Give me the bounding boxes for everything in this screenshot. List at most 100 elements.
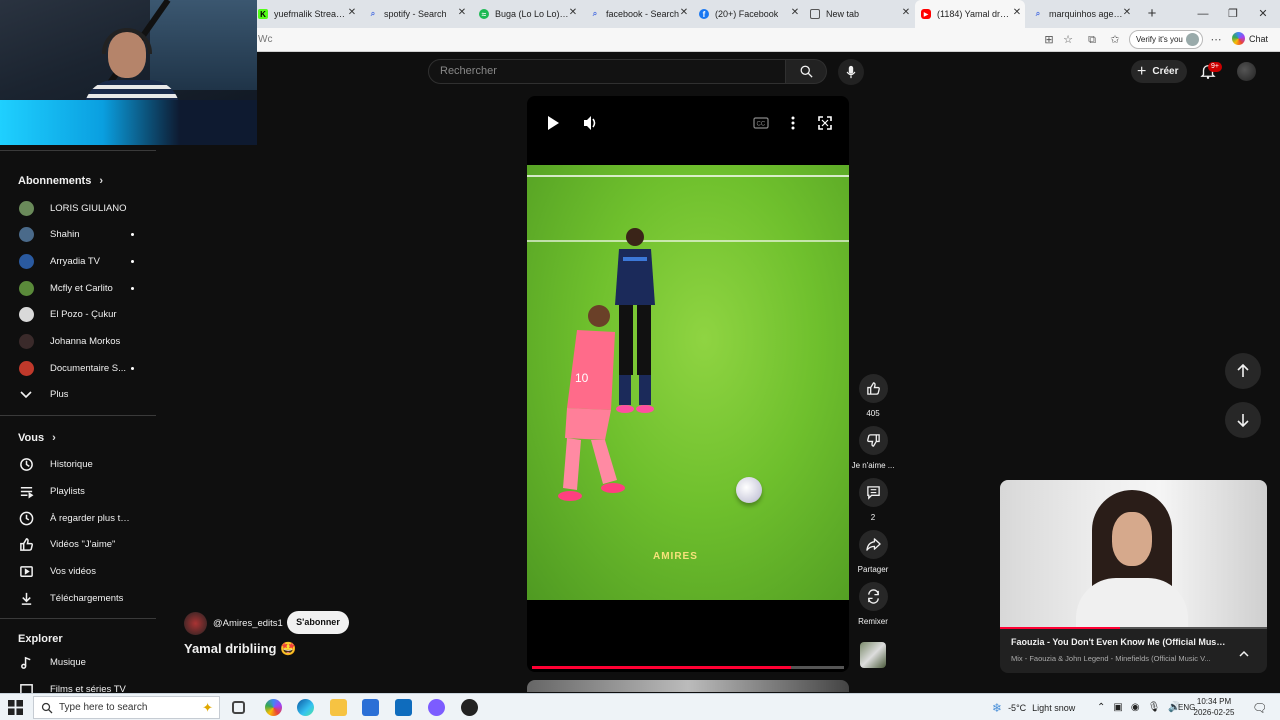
extensions-icon[interactable]: ⧉ — [1084, 32, 1100, 48]
sidebar-subscription-item[interactable]: Shahin — [18, 224, 158, 244]
dislike-action[interactable]: Je n'aime ... — [852, 426, 894, 470]
miniplayer-progress-bar[interactable] — [1000, 627, 1267, 629]
fullscreen-button[interactable] — [815, 113, 835, 133]
sidebar-subscription-item[interactable]: LORIS GIULIANO — [18, 198, 158, 218]
shorts-player[interactable]: 10 AMIRES CC — [527, 96, 849, 672]
browser-tab[interactable]: New tab ✕ — [806, 0, 914, 28]
you-header[interactable]: Vous › — [18, 432, 56, 444]
favorites-icon[interactable]: ✩ — [1107, 32, 1123, 48]
new-tab-button[interactable]: + — [1143, 5, 1161, 23]
audio-source-thumbnail[interactable] — [860, 642, 886, 668]
taskbar-search-input[interactable]: Type here to search ✦ — [33, 696, 220, 719]
sidebar-item-your-videos[interactable]: Vos vidéos — [18, 561, 158, 581]
sidebar-item-liked-videos[interactable]: Vidéos "J'aime" — [18, 534, 158, 554]
close-tab-icon[interactable]: ✕ — [346, 7, 358, 19]
weather-widget[interactable]: ❄ -5°C Light snow — [992, 694, 1075, 720]
store-icon[interactable] — [362, 699, 379, 716]
restore-icon[interactable]: ❐ — [1218, 0, 1248, 28]
sidebar-more-button[interactable]: Plus — [18, 384, 158, 404]
browser-tab[interactable]: ≈ Buga (Lo Lo Lo) - sor ✕ — [473, 0, 581, 28]
miniplayer-progress-fill — [1000, 627, 1121, 629]
minimize-icon[interactable]: — — [1188, 0, 1218, 28]
captions-button[interactable]: CC — [751, 113, 771, 133]
copilot-chat-button[interactable]: Chat — [1232, 32, 1268, 45]
tray-app-icon[interactable]: ◉ — [1131, 702, 1140, 713]
more-vert-icon — [791, 116, 795, 130]
new-content-dot — [131, 233, 134, 236]
windows-start-icon[interactable] — [8, 700, 23, 715]
outlook-icon[interactable] — [395, 699, 412, 716]
edge-browser-icon[interactable] — [297, 699, 314, 716]
comments-action[interactable]: 2 — [858, 478, 888, 522]
subscribe-button[interactable]: S'abonner — [287, 611, 349, 634]
close-tab-icon[interactable]: ✕ — [678, 7, 690, 19]
close-tab-icon[interactable]: ✕ — [900, 7, 912, 19]
remix-action[interactable]: Remixer — [858, 582, 888, 626]
sidebar-item-history[interactable]: Historique — [18, 454, 158, 474]
close-window-icon[interactable]: ✕ — [1248, 0, 1278, 28]
share-action[interactable]: Partager — [858, 530, 888, 574]
miniplayer[interactable]: Faouzia - You Don't Even Know Me (Offici… — [1000, 480, 1267, 673]
close-tab-icon[interactable]: ✕ — [1011, 7, 1023, 19]
copilot-icon[interactable] — [265, 699, 282, 716]
like-action[interactable]: 405 — [858, 374, 888, 418]
thumbs-down-icon — [866, 434, 880, 447]
voice-search-button[interactable] — [838, 59, 864, 85]
file-explorer-icon[interactable] — [330, 699, 347, 716]
search-button[interactable] — [786, 59, 827, 84]
more-menu-icon[interactable]: ⋯ — [1208, 32, 1224, 48]
sidebar-subscription-item[interactable]: Mcfly et Carlito — [18, 278, 158, 298]
sidebar-subscription-item[interactable]: Documentaire S... — [18, 358, 158, 378]
search-icon: ⌕ — [1035, 9, 1041, 18]
subscriptions-header[interactable]: Abonnements › — [18, 175, 103, 187]
play-button[interactable] — [543, 113, 563, 133]
browser-tab-active[interactable]: ▶ (1184) Yamal dribllin ✕ — [915, 0, 1025, 28]
browser-tab[interactable]: K yuefmalik Stream - Vi ✕ — [252, 0, 360, 28]
channel-avatar[interactable] — [184, 612, 207, 635]
newtab-icon — [810, 9, 820, 19]
create-button[interactable]: + Créer — [1131, 60, 1187, 83]
url-field[interactable]: Wc — [258, 34, 272, 45]
thumbs-up-icon — [866, 382, 880, 395]
sidebar-item-watch-later[interactable]: À regarder plus tard — [18, 508, 158, 528]
headphones — [102, 28, 152, 54]
sidebar-subscription-item[interactable]: El Pozo - Çukur — [18, 304, 158, 324]
sidebar-subscription-item[interactable]: Arryadia TV — [18, 251, 158, 271]
obs-icon[interactable] — [461, 699, 478, 716]
sidebar-item-downloads[interactable]: Téléchargements — [18, 588, 158, 608]
chevron-up-icon[interactable]: ⌃ — [1097, 702, 1105, 713]
task-view-icon[interactable] — [232, 701, 245, 714]
miniplayer-video[interactable] — [1000, 480, 1267, 628]
close-tab-icon[interactable]: ✕ — [1121, 7, 1133, 19]
miniplayer-expand-button[interactable] — [1236, 646, 1252, 662]
kick-icon: K — [258, 9, 268, 19]
app-install-icon[interactable]: ⊞ — [1041, 32, 1057, 48]
close-tab-icon[interactable]: ✕ — [567, 7, 579, 19]
channel-info[interactable]: @Amires_edits1 — [184, 612, 283, 635]
account-avatar[interactable] — [1237, 62, 1256, 81]
sidebar-item-playlists[interactable]: Playlists — [18, 481, 158, 501]
sidebar-item-music[interactable]: Musique — [18, 652, 158, 672]
volume-button[interactable] — [581, 113, 601, 133]
verify-profile-button[interactable]: Verify it's you — [1129, 30, 1203, 49]
bookmark-star-icon[interactable]: ☆ — [1060, 32, 1076, 48]
microphone-icon[interactable]: 🎙 — [1148, 702, 1161, 713]
browser-tab[interactable]: f (20+) Facebook ✕ — [695, 0, 803, 28]
next-short-button[interactable] — [1225, 402, 1261, 438]
close-tab-icon[interactable]: ✕ — [789, 7, 801, 19]
video-progress-bar[interactable] — [532, 666, 844, 669]
browser-tab[interactable]: ⌕ marquinhos age - Se ✕ — [1027, 0, 1135, 28]
browser-tab[interactable]: ⌕ spotify - Search ✕ — [362, 0, 470, 28]
notification-center-icon[interactable]: 🗨 — [1252, 694, 1267, 720]
tray-app-icon[interactable]: ▣ — [1113, 702, 1122, 713]
sidebar-subscription-item[interactable]: Johanna Morkos — [18, 331, 158, 351]
browser-tab[interactable]: ⌕ facebook - Search ✕ — [584, 0, 692, 28]
previous-short-button[interactable] — [1225, 353, 1261, 389]
search-input[interactable]: Rechercher — [428, 59, 786, 84]
arrow-down-icon — [1237, 414, 1249, 427]
close-tab-icon[interactable]: ✕ — [456, 7, 468, 19]
more-options-button[interactable] — [783, 113, 803, 133]
discord-icon[interactable] — [428, 699, 445, 716]
system-clock[interactable]: 10:34 PM 2026-02-25 — [1192, 696, 1236, 718]
next-short-preview[interactable] — [527, 680, 849, 692]
